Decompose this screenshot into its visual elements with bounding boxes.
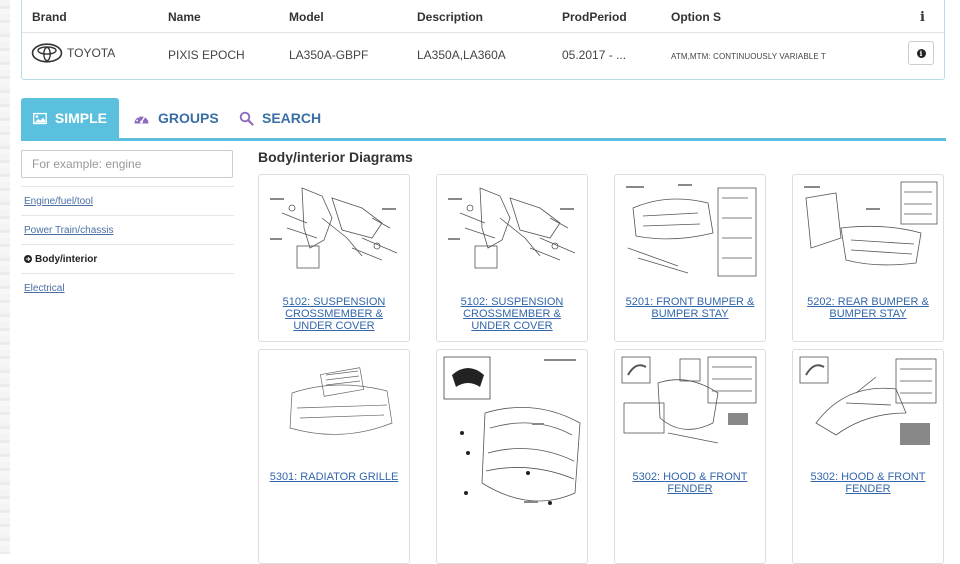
tab-search[interactable]: SEARCH: [227, 98, 333, 138]
info-button[interactable]: i: [908, 41, 934, 65]
diagram-thumbnail: [626, 184, 757, 277]
section-title: Body/interior Diagrams: [258, 149, 413, 165]
tab-simple-label: SIMPLE: [54, 110, 107, 126]
dashboard-icon: [134, 114, 149, 123]
diagram-caption-link[interactable]: 5202: REAR BUMPER & BUMPER STAY: [799, 296, 937, 320]
tab-groups[interactable]: GROUPS: [121, 98, 231, 138]
diagram-caption-link[interactable]: 5102: SUSPENSION CROSSMEMBER & UNDER COV…: [443, 296, 581, 332]
diagram-card[interactable]: 5201: FRONT BUMPER & BUMPER STAY: [614, 174, 766, 342]
sidebar-item-engine[interactable]: Engine/fuel/tool: [21, 186, 234, 215]
arrow-right-circle-icon: [24, 255, 32, 263]
diagram-thumbnail: [289, 367, 393, 435]
left-edge-decoration: [0, 0, 10, 554]
sidebar-item-electrical[interactable]: Electrical: [21, 273, 234, 302]
sidebar-item-power-train[interactable]: Power Train/chassis: [21, 215, 234, 244]
diagram-thumbnail: [804, 181, 938, 266]
category-list: Engine/fuel/tool Power Train/chassis Bod…: [21, 186, 234, 302]
diagram-card[interactable]: 5102: SUSPENSION CROSSMEMBER & UNDER COV…: [258, 174, 410, 342]
diagram-thumbnail: [799, 356, 937, 445]
header-name: Name: [168, 10, 201, 24]
sidebar-item-label: Electrical: [24, 282, 65, 294]
diagram-caption-link[interactable]: 5302: HOOD & FRONT FENDER: [799, 471, 937, 495]
sidebar-item-label: Body/interior: [35, 253, 98, 265]
header-option: Option S: [671, 10, 721, 24]
vehicle-info-table: Brand Name Model Description ProdPeriod …: [21, 0, 945, 80]
header-info: i: [920, 10, 925, 25]
search-icon: [239, 111, 254, 126]
table-header-row: Brand Name Model Description ProdPeriod …: [22, 0, 944, 33]
category-search-input[interactable]: [21, 150, 233, 178]
name-value: PIXIS EPOCH: [168, 48, 245, 62]
model-value: LA350A-GBPF: [289, 48, 369, 62]
diagram-caption-link[interactable]: 5302: HOOD & FRONT FENDER: [621, 471, 759, 495]
tab-bar: SIMPLE GROUPS SEARCH: [21, 98, 946, 141]
option-value: ATM,MTM: CONTINUOUSLY VARIABLE T: [671, 52, 826, 61]
diagram-card[interactable]: 5302: HOOD & FRONT FENDER: [792, 349, 944, 564]
table-row: TOYOTA PIXIS EPOCH LA350A-GBPF LA350A,LA…: [22, 33, 944, 79]
tab-groups-label: GROUPS: [158, 110, 219, 126]
header-model: Model: [289, 10, 324, 24]
diagram-caption-link[interactable]: 5102: SUSPENSION CROSSMEMBER & UNDER COV…: [265, 296, 403, 332]
tab-search-label: SEARCH: [262, 110, 322, 126]
diagram-thumbnail: [443, 356, 581, 505]
sidebar-item-label: Engine/fuel/tool: [24, 195, 93, 207]
diagram-caption-link[interactable]: 5201: FRONT BUMPER & BUMPER STAY: [621, 296, 759, 320]
diagram-thumbnail: [448, 187, 576, 269]
diagram-card[interactable]: 5202: REAR BUMPER & BUMPER STAY: [792, 174, 944, 342]
diagram-thumbnail: [621, 356, 757, 444]
sidebar-item-label: Power Train/chassis: [24, 224, 114, 236]
brand-value: TOYOTA: [67, 46, 116, 60]
toyota-logo-icon: [31, 43, 63, 63]
info-circle-icon: i: [916, 48, 926, 58]
description-value: LA350A,LA360A: [417, 48, 506, 62]
diagram-caption-link[interactable]: 5301: RADIATOR GRILLE: [265, 471, 403, 483]
diagram-card[interactable]: 5102: SUSPENSION CROSSMEMBER & UNDER COV…: [436, 174, 588, 342]
header-brand: Brand: [32, 10, 67, 24]
brand-cell: TOYOTA: [31, 43, 115, 63]
sidebar-item-body-interior[interactable]: Body/interior: [21, 244, 234, 273]
diagram-card[interactable]: 5301: RADIATOR GRILLE: [258, 349, 410, 564]
diagram-thumbnail: [270, 187, 398, 269]
image-icon: [33, 112, 47, 124]
prod-period-value: 05.2017 - ...: [562, 48, 627, 62]
tab-simple[interactable]: SIMPLE: [21, 98, 119, 138]
diagram-card[interactable]: [436, 349, 588, 564]
header-description: Description: [417, 10, 484, 24]
diagram-card[interactable]: 5302: HOOD & FRONT FENDER: [614, 349, 766, 564]
header-prod-period: ProdPeriod: [562, 10, 627, 24]
